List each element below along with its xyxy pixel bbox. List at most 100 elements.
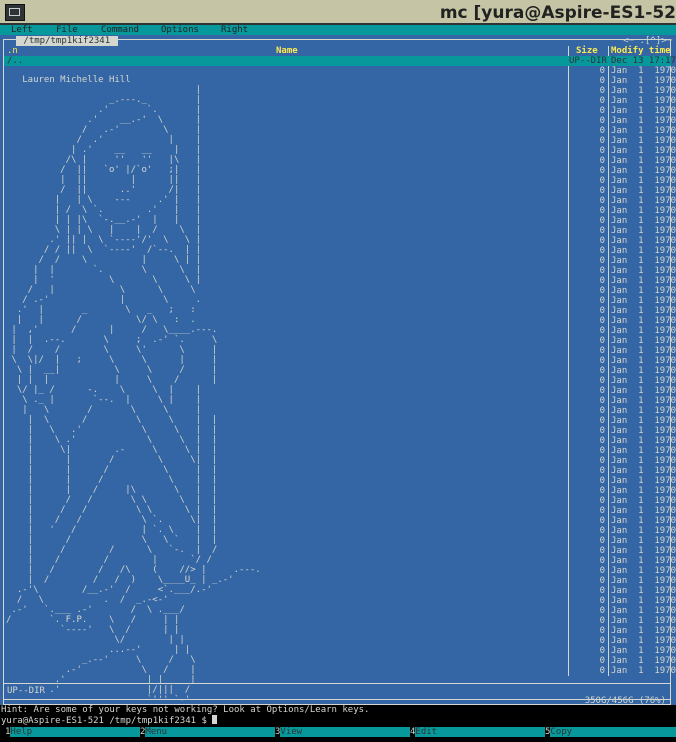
menu-left[interactable]: Left xyxy=(11,25,33,35)
list-item[interactable]: 0 Jan 1 1970 xyxy=(569,346,676,356)
list-item[interactable]: 0 Jan 1 1970 xyxy=(569,146,676,156)
list-item[interactable]: 0 Jan 1 1970 xyxy=(569,126,676,136)
file-size: 0 xyxy=(599,626,605,636)
list-item[interactable]: 0 Jan 1 1970 xyxy=(569,586,676,596)
file-size: 0 xyxy=(599,376,605,386)
list-item[interactable]: 0 Jan 1 1970 xyxy=(569,246,676,256)
list-item[interactable]: 0 Jan 1 1970 xyxy=(569,616,676,626)
file-date: Jan 1 1970 xyxy=(611,426,676,436)
shell-area[interactable]: Hint: Are some of your keys not working?… xyxy=(0,705,676,727)
list-item[interactable]: 0 Jan 1 1970 xyxy=(569,646,676,656)
list-item[interactable]: 0 Jan 1 1970 xyxy=(569,406,676,416)
list-item[interactable]: 0 Jan 1 1970 xyxy=(569,76,676,86)
list-item[interactable]: 0 Jan 1 1970 xyxy=(569,536,676,546)
list-item[interactable]: 0 Jan 1 1970 xyxy=(569,326,676,336)
list-item[interactable]: 0 Jan 1 1970 xyxy=(569,466,676,476)
list-item[interactable]: 0 Jan 1 1970 xyxy=(569,516,676,526)
list-item[interactable]: 0 Jan 1 1970 xyxy=(569,486,676,496)
list-item[interactable]: 0 Jan 1 1970 xyxy=(569,446,676,456)
list-item[interactable]: 0 Jan 1 1970 xyxy=(569,156,676,166)
list-item[interactable]: 0 Jan 1 1970 xyxy=(569,266,676,276)
menu-command[interactable]: Command xyxy=(101,25,139,35)
file-size: 0 xyxy=(599,566,605,576)
list-item[interactable]: 0 Jan 1 1970 xyxy=(569,316,676,326)
list-item[interactable]: 0 Jan 1 1970 xyxy=(569,396,676,406)
list-item[interactable]: 0 Jan 1 1970 xyxy=(569,436,676,446)
list-item[interactable]: 0 Jan 1 1970 xyxy=(569,456,676,466)
fkey-help[interactable]: 1Help xyxy=(5,727,141,737)
window-titlebar: mc [yura@Aspire-ES1-52 xyxy=(0,0,676,25)
list-item[interactable]: 0 Jan 1 1970 xyxy=(569,576,676,586)
list-item[interactable]: 0 Jan 1 1970 xyxy=(569,276,676,286)
list-item[interactable]: 0 Jan 1 1970 xyxy=(569,606,676,616)
fkey-menu[interactable]: 2Menu xyxy=(140,727,276,737)
list-item[interactable]: 0 Jan 1 1970 xyxy=(569,506,676,516)
file-size: 0 xyxy=(599,96,605,106)
terminal-icon[interactable] xyxy=(5,4,25,21)
list-item[interactable]: 0 Jan 1 1970 xyxy=(569,306,676,316)
list-item[interactable]: 0 Jan 1 1970 xyxy=(569,556,676,566)
list-item[interactable]: 0 Jan 1 1970 xyxy=(569,216,676,226)
list-item[interactable]: 0 Jan 1 1970 xyxy=(569,526,676,536)
list-item[interactable]: 0 Jan 1 1970 xyxy=(569,196,676,206)
list-item[interactable]: 0 Jan 1 1970 xyxy=(569,66,676,76)
list-item[interactable]: 0 Jan 1 1970 xyxy=(569,666,676,676)
list-item[interactable]: 0 Jan 1 1970 xyxy=(569,376,676,386)
list-item[interactable]: 0 Jan 1 1970 xyxy=(569,656,676,666)
list-item[interactable]: 0 Jan 1 1970 xyxy=(569,96,676,106)
file-date: Jan 1 1970 xyxy=(611,276,676,286)
panel-controls[interactable]: <─ .[^]>─ xyxy=(623,36,672,46)
list-item[interactable]: 0 Jan 1 1970 xyxy=(569,296,676,306)
column-header-name[interactable]: Name xyxy=(276,46,298,56)
selected-row-updir[interactable]: /.. UP--DIR Dec 13 17:17 xyxy=(4,56,676,66)
list-item[interactable]: 0 Jan 1 1970 xyxy=(569,136,676,146)
row-size: UP--DIR xyxy=(569,56,607,66)
list-item[interactable]: 0 Jan 1 1970 xyxy=(569,336,676,346)
fkey-edit[interactable]: 4Edit xyxy=(410,727,546,737)
column-header-size[interactable]: Size xyxy=(576,46,598,56)
list-item[interactable]: 0 Jan 1 1970 xyxy=(569,236,676,246)
list-item[interactable]: 0 Jan 1 1970 xyxy=(569,566,676,576)
fkey-view[interactable]: 3View xyxy=(275,727,411,737)
panel-path[interactable]: /tmp/tmp1kif2341 xyxy=(16,36,118,46)
list-item[interactable]: 0 Jan 1 1970 xyxy=(569,166,676,176)
file-date: Jan 1 1970 xyxy=(611,106,676,116)
list-item[interactable]: 0 Jan 1 1970 xyxy=(569,476,676,486)
list-item[interactable]: 0 Jan 1 1970 xyxy=(569,416,676,426)
menu-right[interactable]: Right xyxy=(221,25,248,35)
file-date: Jan 1 1970 xyxy=(611,616,676,626)
list-item[interactable]: 0 Jan 1 1970 xyxy=(569,366,676,376)
file-size: 0 xyxy=(599,536,605,546)
file-size: 0 xyxy=(599,546,605,556)
list-item[interactable]: 0 Jan 1 1970 xyxy=(569,626,676,636)
list-item[interactable]: 0 Jan 1 1970 xyxy=(569,86,676,96)
list-item[interactable]: 0 Jan 1 1970 xyxy=(569,636,676,646)
list-item[interactable]: 0 Jan 1 1970 xyxy=(569,176,676,186)
list-item[interactable]: 0 Jan 1 1970 xyxy=(569,356,676,366)
file-date: Jan 1 1970 xyxy=(611,86,676,96)
list-item[interactable]: 0 Jan 1 1970 xyxy=(569,256,676,266)
file-size: 0 xyxy=(599,486,605,496)
file-size: 0 xyxy=(599,636,605,646)
sort-indicator[interactable]: .n xyxy=(7,46,18,56)
menu-options[interactable]: Options xyxy=(161,25,199,35)
file-size: 0 xyxy=(599,576,605,586)
list-item[interactable]: 0 Jan 1 1970 xyxy=(569,116,676,126)
file-size: 0 xyxy=(599,476,605,486)
file-size: 0 xyxy=(599,596,605,606)
list-item[interactable]: 0 Jan 1 1970 xyxy=(569,546,676,556)
list-item[interactable]: 0 Jan 1 1970 xyxy=(569,596,676,606)
list-item[interactable]: 0 Jan 1 1970 xyxy=(569,286,676,296)
column-header-modify-time[interactable]: Modify time xyxy=(611,46,671,56)
list-item[interactable]: 0 Jan 1 1970 xyxy=(569,106,676,116)
menu-file[interactable]: File xyxy=(56,25,78,35)
list-item[interactable]: 0 Jan 1 1970 xyxy=(569,206,676,216)
file-date: Jan 1 1970 xyxy=(611,406,676,416)
list-item[interactable]: 0 Jan 1 1970 xyxy=(569,186,676,196)
list-item[interactable]: 0 Jan 1 1970 xyxy=(569,496,676,506)
list-item[interactable]: 0 Jan 1 1970 xyxy=(569,386,676,396)
fkey-copy[interactable]: 5Copy xyxy=(545,727,676,737)
list-item[interactable]: 0 Jan 1 1970 xyxy=(569,426,676,436)
list-item[interactable]: 0 Jan 1 1970 xyxy=(569,226,676,236)
command-line[interactable]: yura@Aspire-ES1-521 /tmp/tmp1kif2341 $ xyxy=(0,715,676,726)
